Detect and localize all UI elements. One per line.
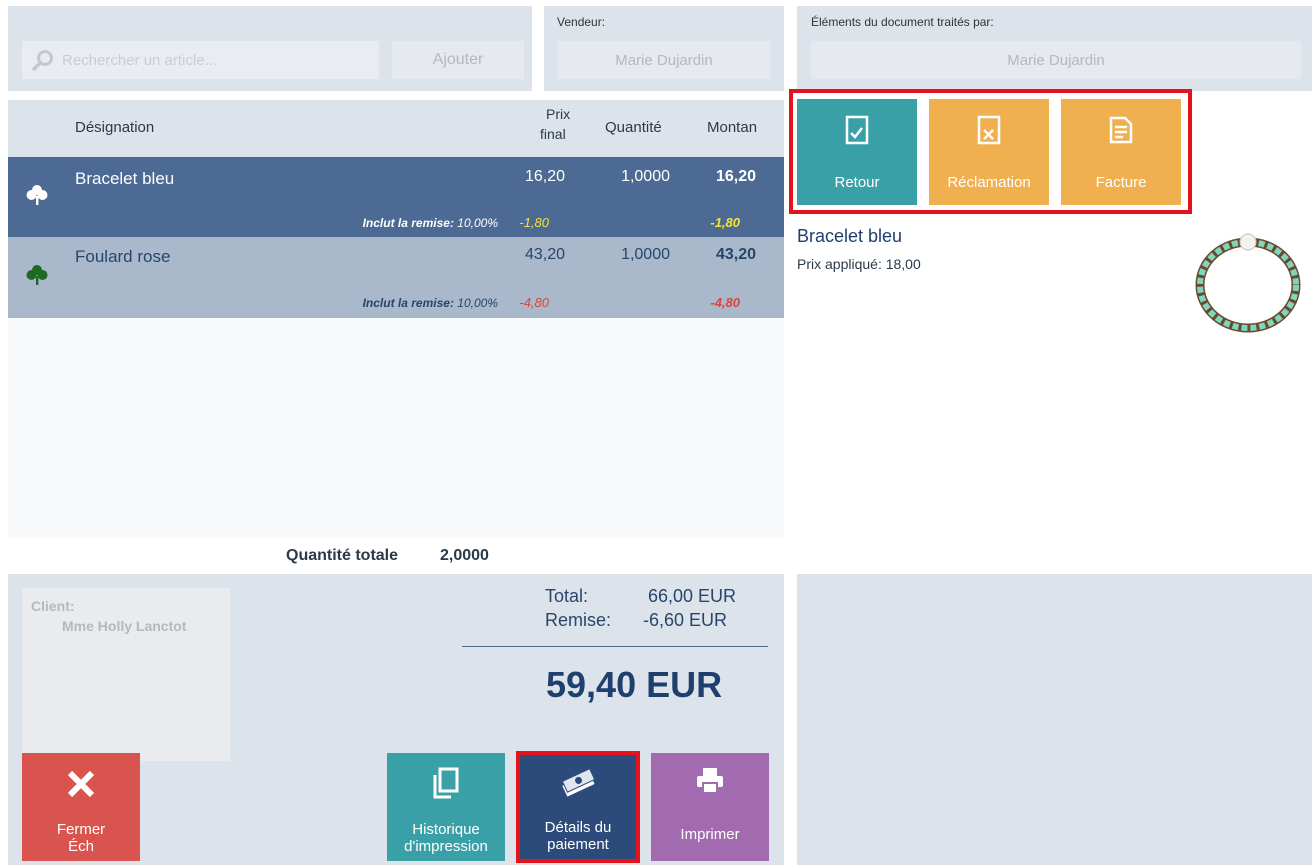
document-check-icon bbox=[845, 115, 869, 145]
row-name: Foulard rose bbox=[75, 247, 171, 266]
clover-icon bbox=[26, 265, 48, 285]
return-label: Retour bbox=[834, 174, 880, 191]
table-header: Désignation Prix final Quantité Montan bbox=[8, 100, 784, 157]
history-line2: d'impression bbox=[404, 838, 488, 855]
add-button[interactable]: Ajouter bbox=[392, 41, 524, 79]
print-history-button[interactable]: Historique d'impression bbox=[387, 753, 505, 861]
detail-price-label: Prix appliqué: bbox=[797, 256, 882, 272]
processed-by-select[interactable]: Marie Dujardin bbox=[811, 41, 1301, 79]
vendor-select[interactable]: Marie Dujardin bbox=[558, 41, 770, 79]
invoice-icon bbox=[1109, 116, 1133, 144]
close-line2: Éch bbox=[68, 838, 94, 855]
printer-icon bbox=[697, 768, 723, 794]
list-empty-area bbox=[8, 318, 784, 538]
search-input[interactable]: Rechercher un article... bbox=[22, 41, 379, 79]
vendor-label: Vendeur: bbox=[557, 15, 606, 29]
row-qty: 1,0000 bbox=[621, 246, 670, 263]
search-icon bbox=[32, 50, 53, 71]
table-row[interactable]: Bracelet bleu 16,20 1,0000 16,20 Inclut … bbox=[8, 157, 784, 237]
row-amount: 16,20 bbox=[715, 168, 756, 185]
total-quantity-value: 2,0000 bbox=[440, 547, 489, 564]
history-line1: Historique bbox=[412, 821, 480, 838]
discount-value: -6,60 EUR bbox=[643, 610, 728, 630]
total-quantity-label: Quantité totale bbox=[286, 547, 399, 564]
print-label: Imprimer bbox=[680, 826, 740, 843]
print-button[interactable]: Imprimer bbox=[651, 753, 769, 861]
detail-price-value: 18,00 bbox=[885, 256, 921, 272]
row-price: 43,20 bbox=[524, 246, 565, 263]
col-designation: Désignation bbox=[75, 119, 155, 136]
total-value: 66,00 EUR bbox=[648, 586, 737, 606]
document-x-icon bbox=[977, 115, 1001, 145]
row-discount-price: -1,80 bbox=[519, 215, 549, 230]
right-bottom-panel bbox=[797, 574, 1312, 865]
invoice-label: Facture bbox=[1095, 174, 1147, 191]
detail-title: Bracelet bleu bbox=[797, 226, 903, 246]
totals-divider bbox=[462, 646, 768, 647]
client-card[interactable]: Client: Mme Holly Lanctot bbox=[22, 588, 230, 761]
return-button[interactable]: Retour bbox=[797, 99, 917, 205]
row-discount-price: -4,80 bbox=[519, 295, 549, 310]
total-label: Total: bbox=[545, 586, 589, 606]
row-price: 16,20 bbox=[524, 168, 565, 185]
row-discount-label: Inclut la remise: 10,00% bbox=[362, 296, 498, 310]
clover-icon bbox=[26, 185, 48, 205]
close-exchange-button[interactable]: Fermer Éch bbox=[22, 753, 140, 861]
payment-line1: Détails du bbox=[544, 819, 612, 836]
client-label: Client: bbox=[31, 598, 75, 614]
client-name: Mme Holly Lanctot bbox=[62, 618, 187, 634]
money-icon bbox=[561, 769, 596, 797]
row-amount: 43,20 bbox=[715, 246, 756, 263]
col-quantity: Quantité bbox=[605, 119, 662, 136]
payment-line2: paiement bbox=[547, 836, 609, 853]
invoice-button[interactable]: Facture bbox=[1061, 99, 1181, 205]
claim-label: Réclamation bbox=[947, 174, 1031, 191]
close-line1: Fermer bbox=[56, 821, 106, 838]
processed-by-label: Éléments du document traités par: bbox=[811, 15, 994, 29]
total-quantity: Quantité totale 2,0000 bbox=[8, 538, 784, 574]
row-discount-label: Inclut la remise: 10,00% bbox=[362, 216, 498, 230]
grand-total: 59,40 EUR bbox=[546, 664, 723, 705]
payment-details-button[interactable]: Détails du paiement bbox=[520, 755, 636, 859]
col-amount: Montan bbox=[707, 119, 758, 136]
claim-button[interactable]: Réclamation bbox=[929, 99, 1049, 205]
row-discount-amount: -1,80 bbox=[710, 215, 740, 230]
row-name: Bracelet bleu bbox=[75, 169, 175, 188]
document-copy-icon bbox=[433, 767, 459, 799]
row-qty: 1,0000 bbox=[621, 168, 670, 185]
table-row[interactable]: Foulard rose 43,20 1,0000 43,20 Inclut l… bbox=[8, 237, 784, 318]
search-placeholder: Rechercher un article... bbox=[62, 51, 218, 69]
col-price-line2: final bbox=[540, 126, 566, 142]
close-icon bbox=[67, 770, 95, 798]
col-price-line1: Prix bbox=[546, 106, 571, 122]
discount-label: Remise: bbox=[545, 610, 612, 630]
row-discount-amount: -4,80 bbox=[710, 295, 740, 310]
detail-price: Prix appliqué: 18,00 bbox=[797, 256, 921, 272]
totals-panel: Total: 66,00 EUR Remise: -6,60 EUR 59,40… bbox=[462, 584, 768, 714]
product-image bbox=[1195, 233, 1301, 333]
